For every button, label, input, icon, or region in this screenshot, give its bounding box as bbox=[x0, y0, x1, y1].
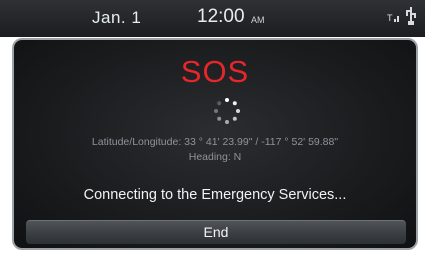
usb-icon bbox=[406, 7, 416, 25]
status-bar: Jan. 1 12:00 AM T bbox=[0, 0, 425, 37]
loading-spinner-icon bbox=[214, 98, 240, 124]
location-coordinates: Latitude/Longitude: 33 ° 41' 23.99" / -1… bbox=[91, 136, 339, 148]
sos-call-screen: Jan. 1 12:00 AM T SOS Latitude/Longitude… bbox=[0, 0, 425, 256]
svg-text:T: T bbox=[387, 13, 393, 23]
sos-dialog: SOS Latitude/Longitude: 33 ° 41' 23.99" … bbox=[12, 38, 418, 250]
signal-icon: T bbox=[387, 13, 399, 23]
connecting-message: Connecting to the Emergency Services... bbox=[83, 187, 347, 203]
end-call-button[interactable]: End bbox=[26, 220, 406, 244]
heading-direction: Heading: N bbox=[188, 151, 242, 163]
status-ampm: AM bbox=[251, 15, 265, 25]
status-date: Jan. 1 bbox=[92, 8, 142, 27]
sos-title: SOS bbox=[180, 54, 250, 89]
status-time: 12:00 bbox=[197, 6, 245, 27]
